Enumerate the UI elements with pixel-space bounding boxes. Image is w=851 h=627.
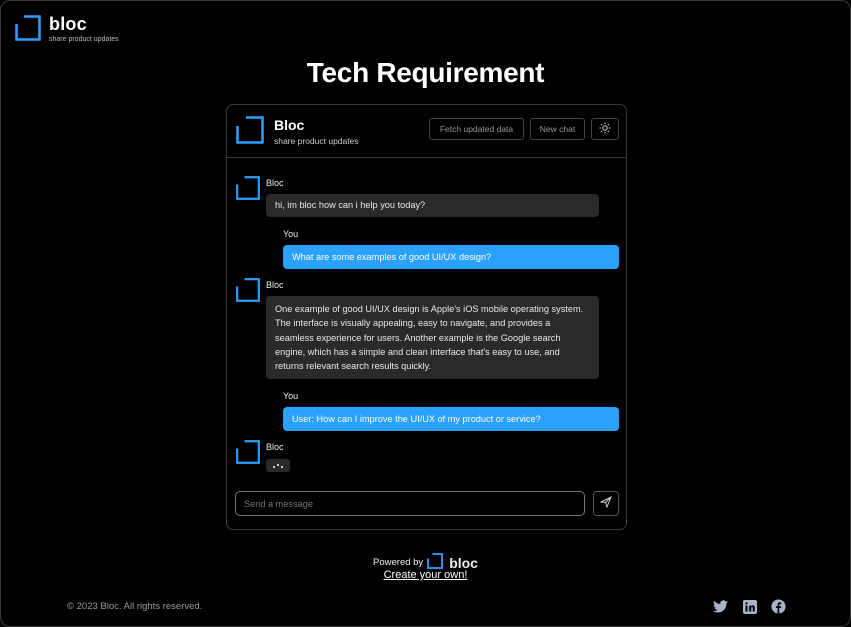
chat-title: Bloc bbox=[274, 117, 305, 133]
message-sender: Bloc bbox=[266, 442, 284, 452]
linkedin-icon[interactable] bbox=[742, 599, 757, 614]
send-icon bbox=[599, 495, 612, 511]
user-message: What are some examples of good UI/UX des… bbox=[283, 245, 619, 269]
app-window: bloc share product updates Tech Requirem… bbox=[0, 0, 851, 627]
new-chat-button[interactable]: New chat bbox=[530, 118, 585, 140]
typing-indicator bbox=[266, 459, 290, 472]
bot-avatar-icon bbox=[236, 278, 260, 307]
bloc-logo-icon bbox=[15, 15, 41, 41]
copyright-text: © 2023 Bloc. All rights reserved. bbox=[67, 601, 203, 612]
chat-widget: Bloc share product updates Fetch updated… bbox=[226, 104, 627, 530]
message-sender: You bbox=[283, 391, 299, 401]
send-button[interactable] bbox=[593, 491, 619, 516]
bot-avatar-icon bbox=[236, 176, 260, 205]
bot-avatar-icon bbox=[236, 440, 260, 469]
chat-tagline: share product updates bbox=[274, 136, 359, 146]
powered-by-label: Powered by bbox=[373, 557, 424, 568]
twitter-icon[interactable] bbox=[713, 599, 728, 614]
message-input[interactable] bbox=[235, 491, 585, 516]
facebook-icon[interactable] bbox=[771, 599, 786, 614]
social-links bbox=[713, 599, 786, 614]
brand-name: bloc bbox=[49, 14, 87, 34]
create-your-own-link[interactable]: Create your own! bbox=[1, 569, 850, 581]
brand-tagline: share product updates bbox=[49, 36, 119, 43]
message-sender: You bbox=[283, 229, 299, 239]
message-sender: Bloc bbox=[266, 280, 284, 290]
theme-toggle-button[interactable] bbox=[591, 118, 619, 140]
brand-logo[interactable]: bloc share product updates bbox=[15, 15, 119, 43]
bot-message: hi, im bloc how can i help you today? bbox=[266, 194, 599, 217]
message-sender: Bloc bbox=[266, 178, 284, 188]
bot-message: One example of good UI/UX design is Appl… bbox=[266, 296, 599, 380]
chat-logo-icon bbox=[236, 116, 264, 149]
fetch-updated-data-button[interactable]: Fetch updated data bbox=[429, 118, 524, 140]
sun-icon bbox=[599, 122, 611, 136]
chat-header: Bloc share product updates Fetch updated… bbox=[227, 105, 626, 158]
user-message: User: How can I improve the UI/UX of my … bbox=[283, 407, 619, 431]
page-title: Tech Requirement bbox=[306, 57, 545, 88]
